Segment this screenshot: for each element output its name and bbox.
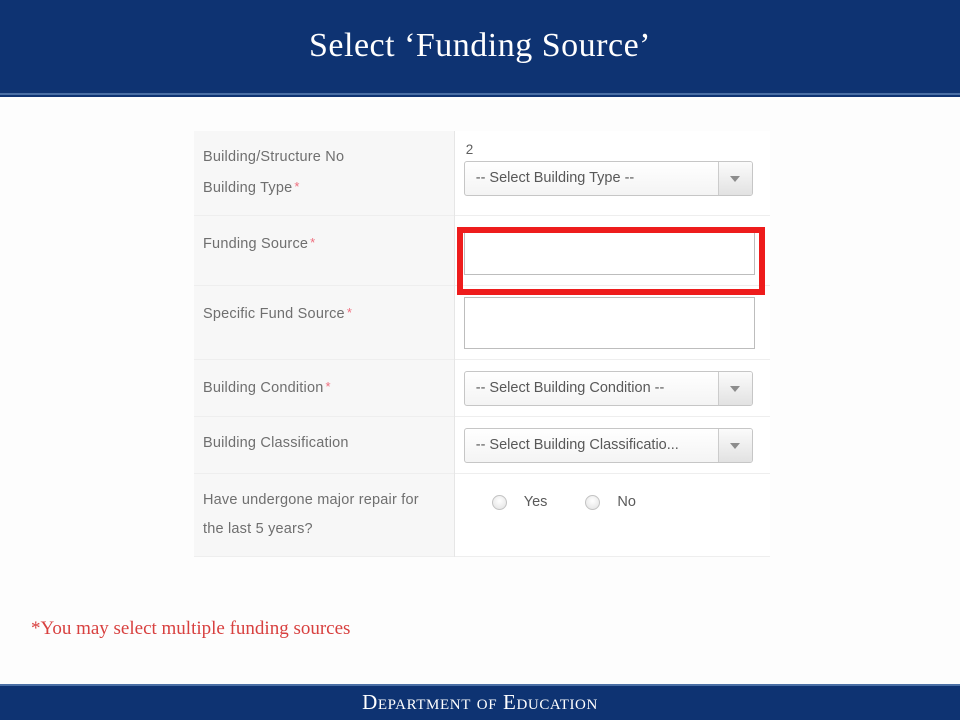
row-value-specific-fund-source [454,285,770,360]
footer-organization-name: Department of Education [362,689,598,714]
row-label-building-structure-no: Building/Structure No Building Type * [194,131,455,216]
row-label-funding-source: Funding Source * [194,215,455,286]
label-funding-source: Funding Source [203,236,309,252]
row-label-major-repair: Have undergone major repair for the last… [194,473,455,557]
row-label-building-condition: Building Condition * [194,359,455,417]
chevron-down-icon[interactable] [717,372,752,405]
radio-no[interactable] [585,494,601,510]
major-repair-radio-group: Yes No [464,483,770,510]
label-building-condition: Building Condition [203,380,324,396]
table-row: Building Condition * -- Select Building C… [194,359,770,417]
row-value-building-condition: -- Select Building Condition -- [454,359,770,417]
row-value-funding-source [454,215,770,286]
select-building-classification[interactable]: -- Select Building Classificatio... [463,428,753,463]
radio-no-label: No [617,494,636,510]
row-value-major-repair: Yes No [454,473,770,557]
specific-fund-source-input[interactable] [463,297,755,349]
label-building-type: Building Type * [203,179,300,196]
table-row: Funding Source * [194,215,770,286]
required-marker: * [325,379,331,394]
select-building-type-text: -- Select Building Type -- [475,170,635,186]
table-row: Specific Fund Source * [194,285,770,360]
select-building-classification-text: -- Select Building Classificatio... [475,437,679,453]
funding-source-input[interactable] [463,227,755,275]
row-value-building-structure-no: 2 -- Select Building Type -- [454,131,770,216]
radio-yes[interactable] [491,494,507,510]
chevron-down-icon[interactable] [717,429,752,462]
row-label-specific-fund-source: Specific Fund Source * [194,285,455,360]
slide-footer-bar: Department of Education [0,684,960,720]
required-marker: * [346,305,353,320]
caret-glyph [730,442,741,449]
required-marker: * [294,179,300,194]
page-title: Select ‘Funding Source’ [309,26,651,64]
table-row: Have undergone major repair for the last… [194,473,770,557]
table-row: Building Classification -- Select Buildi… [194,416,770,474]
header-bottom-rule [0,95,960,97]
building-structure-no-value: 2 [465,142,474,157]
select-building-type[interactable]: -- Select Building Type -- [463,161,753,196]
caret-glyph [730,385,741,392]
label-building-classification: Building Classification [203,435,349,451]
building-details-form-table: Building/Structure No Building Type * 2 -… [194,131,770,557]
footnote-text: *You may select multiple funding sources [31,618,351,639]
slide-header-bar: Select ‘Funding Source’ [0,0,960,97]
footer-accent-rule [0,684,960,686]
select-building-condition-text: -- Select Building Condition -- [475,380,665,396]
label-specific-fund-source: Specific Fund Source [203,306,345,322]
label-major-repair: Have undergone major repair for the last… [203,492,419,537]
select-building-condition[interactable]: -- Select Building Condition -- [463,371,753,406]
row-label-building-classification: Building Classification [194,416,455,474]
required-marker: * [310,235,316,250]
chevron-down-icon[interactable] [717,162,752,195]
radio-yes-label: Yes [523,494,548,510]
row-value-building-classification: -- Select Building Classificatio... [454,416,770,474]
table-row: Building/Structure No Building Type * 2 -… [194,131,770,216]
caret-glyph [730,175,741,182]
label-building-structure-no: Building/Structure No [203,149,345,165]
